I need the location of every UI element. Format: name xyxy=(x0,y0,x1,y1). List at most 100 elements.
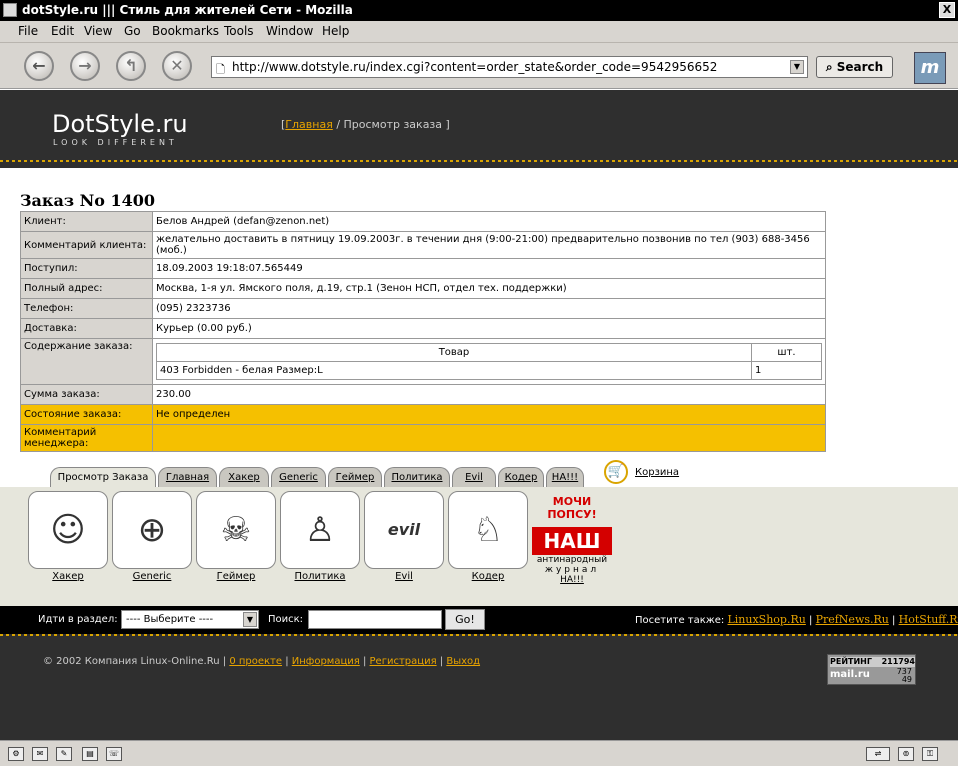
section-politics-label[interactable]: Политика xyxy=(280,571,360,582)
menu-window[interactable]: Window xyxy=(266,24,313,38)
menu-edit[interactable]: Edit xyxy=(51,24,74,38)
mailru-counter[interactable]: РЕЙТИНГ 211794 mail.ru 737 49 xyxy=(827,654,916,685)
footer-dotted-divider xyxy=(0,634,958,636)
tab-generic[interactable]: Generic xyxy=(271,467,326,487)
tab-coder[interactable]: Кодер xyxy=(498,467,544,487)
chatzilla-icon[interactable]: ☏ xyxy=(106,747,122,761)
site-header: DotStyle.ru LOOK DIFFERENT [Главная / Пр… xyxy=(0,90,958,168)
menu-bookmarks[interactable]: Bookmarks xyxy=(152,24,219,38)
menu-bar: File Edit View Go Bookmarks Tools Window… xyxy=(0,21,958,43)
menu-help[interactable]: Help xyxy=(322,24,349,38)
menu-file[interactable]: File xyxy=(18,24,38,38)
politician-figure-icon[interactable]: ♙ xyxy=(280,491,360,569)
chevron-down-icon[interactable]: ▼ xyxy=(243,612,257,627)
tab-gamer[interactable]: Геймер xyxy=(328,467,382,487)
tab-nash[interactable]: НА!!! xyxy=(546,467,584,487)
search-input[interactable] xyxy=(308,610,442,629)
cart-label[interactable]: Корзина xyxy=(635,467,679,478)
link-prefnews[interactable]: PrefNews.Ru xyxy=(816,613,889,626)
shopping-cart-icon[interactable]: 🛒 xyxy=(604,460,628,484)
nash-logo[interactable]: НАШ xyxy=(532,527,612,555)
mozilla-throbber-icon: m xyxy=(914,52,946,84)
counter-value: 211794 xyxy=(881,657,915,666)
reload-button[interactable]: ↰ xyxy=(116,51,146,81)
nash-subtitle-1: антинародный xyxy=(536,555,608,565)
section-select[interactable]: ---- Выберите ---- ▼ xyxy=(121,610,259,629)
menu-tools[interactable]: Tools xyxy=(224,24,254,38)
tab-view-order[interactable]: Просмотр Заказа xyxy=(50,467,156,487)
order-items-table: Товар шт. 403 Forbidden - белая Размер:L… xyxy=(156,343,822,380)
footer-link-register[interactable]: Регистрация xyxy=(370,656,437,667)
field-label: Состояние заказа: xyxy=(20,404,153,425)
composer-icon[interactable]: ✎ xyxy=(56,747,72,761)
table-row: 403 Forbidden - белая Размер:L 1 xyxy=(156,361,822,380)
table-row: Клиент: Белов Андрей (defan@zenon.net) xyxy=(20,211,826,232)
site-logo[interactable]: DotStyle.ru LOOK DIFFERENT xyxy=(52,110,188,147)
section-hacker-label[interactable]: Хакер xyxy=(28,571,108,582)
search-button[interactable]: ⌕ Search xyxy=(816,56,893,78)
menu-view[interactable]: View xyxy=(84,24,112,38)
address-text[interactable]: http://www.dotstyle.ru/index.cgi?content… xyxy=(232,60,717,74)
nash-magazine-banner[interactable]: МОЧИ ПОПСУ! НАШ антинародный журнал НА!!… xyxy=(531,495,613,585)
menu-go[interactable]: Go xyxy=(124,24,141,38)
window-title: dotStyle.ru ||| Стиль для жителей Сети -… xyxy=(22,3,353,17)
manager-comment-value xyxy=(152,424,826,452)
forward-button[interactable]: → xyxy=(70,51,100,81)
footer-link-logout[interactable]: Выход xyxy=(446,656,480,667)
link-hotstuff[interactable]: HotStuff.Ru xyxy=(899,613,958,626)
section-gamer-label[interactable]: Геймер xyxy=(196,571,276,582)
nash-subtitle-2: журнал xyxy=(544,565,600,575)
section-generic[interactable]: ⊕ Generic xyxy=(112,491,192,582)
search-label: Поиск: xyxy=(268,614,304,625)
section-evil[interactable]: evil Evil xyxy=(364,491,444,582)
item-qty: 1 xyxy=(751,361,822,380)
tab-politics[interactable]: Политика xyxy=(384,467,450,487)
window-titlebar: dotStyle.ru ||| Стиль для жителей Сети -… xyxy=(0,0,958,21)
nash-link[interactable]: НА!!! xyxy=(531,575,613,585)
section-coder-label[interactable]: Кодер xyxy=(448,571,528,582)
order-items-cell: Товар шт. 403 Forbidden - белая Размер:L… xyxy=(152,338,826,385)
close-window-button[interactable]: X xyxy=(939,2,955,18)
breadcrumb-home-link[interactable]: Главная xyxy=(285,118,333,131)
footer-link-info[interactable]: Информация xyxy=(292,656,360,667)
section-generic-label[interactable]: Generic xyxy=(112,571,192,582)
table-row: Поступил: 18.09.2003 19:18:07.565449 xyxy=(20,258,826,279)
evil-inside-logo-icon[interactable]: evil xyxy=(364,491,444,569)
navigator-icon[interactable]: ⚙ xyxy=(8,747,24,761)
section-coder[interactable]: ♘ Кодер xyxy=(448,491,528,582)
back-button[interactable]: ← xyxy=(24,51,54,81)
breadcrumb: [Главная / Просмотр заказа ] xyxy=(281,118,450,131)
link-linuxshop[interactable]: LinuxShop.Ru xyxy=(727,613,805,626)
crowd-crosshair-icon[interactable]: ⊕ xyxy=(112,491,192,569)
field-label: Доставка: xyxy=(20,318,153,339)
stop-icon: ✕ xyxy=(170,56,184,75)
soldier-gun-icon[interactable]: ☠ xyxy=(196,491,276,569)
tab-politics-label: Политика xyxy=(391,472,443,483)
tab-evil[interactable]: Evil xyxy=(452,467,496,487)
go-button[interactable]: Go! xyxy=(445,609,485,630)
navigation-toolbar: ← → ↰ ✕ 🗋 http://www.dotstyle.ru/index.c… xyxy=(0,43,958,89)
stop-button[interactable]: ✕ xyxy=(162,51,192,81)
section-evil-label[interactable]: Evil xyxy=(364,571,444,582)
tab-hacker[interactable]: Хакер xyxy=(219,467,269,487)
field-value: Москва, 1-я ул. Ямского поля, д.19, стр.… xyxy=(152,278,826,299)
section-politics[interactable]: ♙ Политика xyxy=(280,491,360,582)
footer-link-about[interactable]: 0 проекте xyxy=(229,656,282,667)
table-row: Комментарий менеджера: xyxy=(20,424,826,452)
coder-toilet-icon[interactable]: ♘ xyxy=(448,491,528,569)
field-label: Телефон: xyxy=(20,298,153,319)
tab-home[interactable]: Главная xyxy=(158,467,217,487)
address-dropdown-icon[interactable]: ▼ xyxy=(790,60,804,74)
field-label: Клиент: xyxy=(20,211,153,232)
address-book-icon[interactable]: ▤ xyxy=(82,747,98,761)
visit-also: Посетите также: LinuxShop.Ru | PrefNews.… xyxy=(635,613,958,626)
field-label: Комментарий клиента: xyxy=(20,231,153,259)
field-label: Поступил: xyxy=(20,258,153,279)
hacker-face-icon[interactable]: ☺ xyxy=(28,491,108,569)
section-gamer[interactable]: ☠ Геймер xyxy=(196,491,276,582)
counter-stats: 737 49 xyxy=(897,668,912,684)
address-bar[interactable]: 🗋 http://www.dotstyle.ru/index.cgi?conte… xyxy=(211,56,808,78)
mail-icon[interactable]: ✉ xyxy=(32,747,48,761)
section-select-value: ---- Выберите ---- xyxy=(126,614,214,625)
section-hacker[interactable]: ☺ Хакер xyxy=(28,491,108,582)
